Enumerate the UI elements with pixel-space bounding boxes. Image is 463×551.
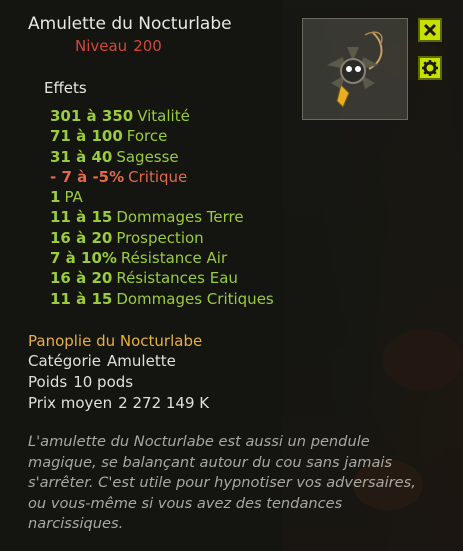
settings-button[interactable] bbox=[418, 56, 442, 80]
effects-heading: Effets bbox=[44, 79, 87, 97]
weight-line: Poids 10 pods bbox=[28, 373, 133, 391]
category-label: Catégorie bbox=[28, 352, 102, 370]
price-label: Prix moyen bbox=[28, 394, 113, 412]
level-label: Niveau bbox=[75, 37, 128, 55]
effect-line: - 7 à -5% Critique bbox=[50, 167, 188, 186]
item-tooltip-panel: Amulette du Nocturlabe Niveau 200 Effets… bbox=[0, 0, 463, 551]
effect-line: 71 à 100 Force bbox=[50, 127, 168, 146]
gear-icon bbox=[422, 60, 438, 76]
effect-line: 301 à 350 Vitalité bbox=[50, 107, 190, 125]
item-level: Niveau 200 bbox=[75, 37, 168, 55]
price-value: 2 272 149 K bbox=[118, 394, 210, 412]
item-name: Amulette du Nocturlabe bbox=[28, 14, 232, 34]
effect-line: 1 PA bbox=[50, 188, 83, 207]
effect-line: 7 à 10% Résistance Air bbox=[50, 249, 228, 268]
category-value: Amulette bbox=[107, 352, 176, 370]
weight-value: 10 pods bbox=[73, 373, 134, 391]
effects-list: 301 à 350 Vitalité 71 à 100 Force 31 à 40 S… bbox=[50, 107, 274, 310]
effect-line: 11 à 15 Dommages Terre bbox=[50, 208, 244, 227]
effect-line: 11 à 15 Dommages Critiques bbox=[50, 289, 274, 308]
close-icon bbox=[423, 23, 437, 37]
close-button[interactable] bbox=[418, 18, 442, 42]
weight-label: Poids bbox=[28, 373, 68, 391]
level-value: 200 bbox=[133, 37, 162, 55]
effect-line: 31 à 40 Sagesse bbox=[50, 147, 179, 166]
set-name-link[interactable]: Panoplie du Nocturlabe bbox=[28, 332, 202, 350]
price-line: Prix moyen 2 272 149 K bbox=[28, 394, 209, 412]
item-description: L'amulette du Nocturlabe est aussi un pe… bbox=[28, 433, 416, 532]
item-image-frame bbox=[302, 18, 408, 120]
category-line: Catégorie Amulette bbox=[28, 352, 176, 370]
amulet-icon bbox=[327, 31, 383, 108]
effect-line: 16 à 20 Prospection bbox=[50, 228, 204, 247]
effect-line: 16 à 20 Résistances Eau bbox=[50, 269, 238, 288]
